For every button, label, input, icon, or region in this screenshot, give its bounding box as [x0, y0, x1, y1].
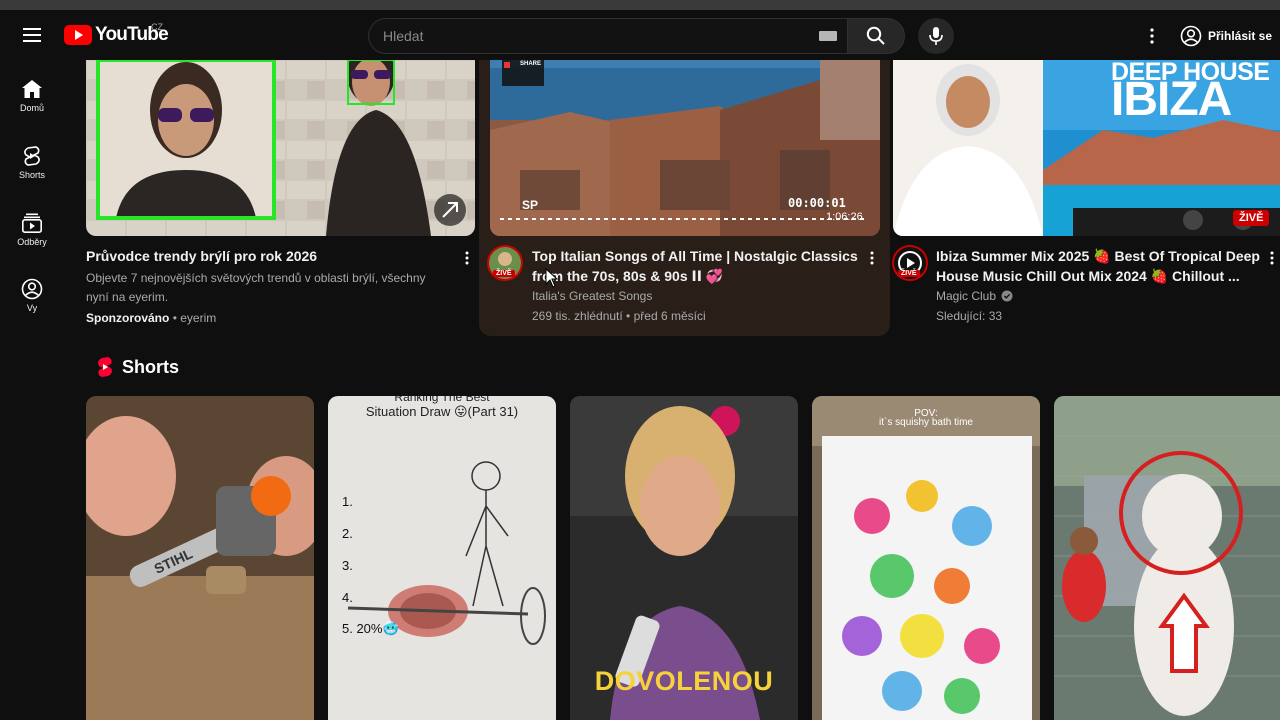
sidebar-item-home[interactable]: Domů	[0, 78, 64, 138]
sidebar-item-shorts[interactable]: Shorts	[0, 145, 64, 205]
masthead: YouTube CZ Přihlásit se	[0, 10, 1280, 60]
more-vert-icon	[465, 251, 469, 265]
video-menu-button[interactable]	[864, 246, 880, 270]
progress-dots	[500, 218, 868, 220]
country-code: CZ	[151, 22, 163, 32]
timer-overlay: 00:00:01	[788, 196, 846, 210]
more-vert-icon	[1150, 28, 1154, 44]
live-badge: ŽIVĚ	[898, 270, 920, 277]
account-icon	[21, 278, 43, 300]
sidebar-item-subscriptions[interactable]: Odběry	[0, 212, 64, 272]
ad-thumbnail[interactable]	[86, 60, 475, 236]
verified-icon	[1001, 290, 1013, 302]
list-item: 4.	[342, 590, 353, 605]
shorts-shelf-header: Shorts	[96, 356, 179, 378]
share-label: SHARE	[520, 61, 542, 67]
short-item[interactable]: STIHL	[86, 396, 314, 720]
search-button[interactable]	[847, 18, 905, 54]
more-vert-icon	[870, 251, 874, 265]
search-icon	[866, 26, 885, 45]
advertiser-name[interactable]: eyerim	[180, 311, 216, 325]
hamburger-icon	[23, 28, 41, 42]
ad-sponsor-line: Sponzorováno • eyerim	[86, 308, 216, 328]
sidebar-item-label: Shorts	[18, 170, 45, 180]
video-thumbnail[interactable]: SHARE SP 00:00:01 1:06:26	[490, 60, 880, 236]
short-thumbnail-dog	[1054, 396, 1280, 720]
video-title-line2[interactable]: House Music Chill Out Mix 2024 🍓 Chillou…	[936, 266, 1266, 286]
search-input[interactable]	[383, 19, 803, 53]
video-title-line1[interactable]: Top Italian Songs of All Time | Nostalgi…	[532, 246, 858, 266]
keyboard-icon[interactable]	[819, 31, 837, 41]
video-meta: Sledující: 33	[936, 309, 1003, 323]
ad-description-line2: nyní na eyerim.	[86, 290, 169, 304]
menu-button[interactable]	[16, 19, 48, 51]
short-caption: it`s squishy bath time	[879, 417, 973, 428]
duration-badge: 1:06:26	[826, 211, 863, 223]
short-title-top: Ranking The Best	[394, 396, 490, 404]
microphone-icon	[929, 27, 943, 45]
live-badge: ŽIVĚ	[1233, 210, 1270, 226]
home-icon	[22, 80, 42, 98]
ad-description-line1: Objevte 7 nejnovějších světových trendů …	[86, 271, 426, 285]
list-item: 2.	[342, 526, 353, 541]
short-thumbnail-chainsaw	[86, 396, 314, 720]
list-item: 5. 20%🥶	[342, 621, 399, 636]
sp-label: SP	[522, 198, 539, 212]
shorts-icon	[24, 146, 40, 166]
account-circle-icon	[1180, 25, 1202, 47]
channel-line: Magic Club	[936, 286, 1013, 306]
video-meta: 269 tis. zhlédnutí • před 6 měsíci	[532, 309, 706, 323]
short-item[interactable]: Ranking The Best Situation Draw 😛(Part 3…	[328, 396, 556, 720]
settings-more-button[interactable]	[1140, 20, 1164, 52]
video-menu-button[interactable]	[1266, 246, 1278, 270]
voice-search-button[interactable]	[918, 18, 954, 54]
sidebar-item-label: Domů	[19, 103, 44, 113]
sidebar-item-label: Odběry	[17, 237, 47, 247]
short-title: Situation Draw 😛(Part 31)	[365, 404, 519, 419]
short-item[interactable]: DOVOLENOU	[570, 396, 798, 720]
short-item[interactable]: POV: it`s squishy bath time	[812, 396, 1040, 720]
ad-thumbnail-image	[86, 60, 475, 236]
short-caption: DOVOLENOU	[594, 666, 774, 696]
sidebar-item-you[interactable]: Vy	[0, 278, 64, 338]
ad-menu-button[interactable]	[459, 246, 475, 270]
search-box	[368, 18, 848, 54]
live-badge: ŽIVĚ	[493, 270, 515, 277]
signin-button[interactable]: Přihlásit se	[1180, 21, 1272, 51]
list-item: 1.	[342, 494, 353, 509]
short-item[interactable]	[1054, 396, 1280, 720]
video-thumbnail[interactable]: DEEP HOUSE IBIZA ŽIVĚ	[893, 60, 1280, 236]
subscriptions-icon	[21, 213, 42, 233]
cursor-icon	[545, 268, 559, 288]
youtube-play-icon	[64, 25, 92, 45]
list-item: 3.	[342, 558, 353, 573]
mini-guide: Domů Shorts Odběry Vy	[0, 60, 64, 720]
shorts-logo-icon	[98, 357, 112, 377]
channel-name[interactable]: Italia's Greatest Songs	[532, 286, 652, 306]
sidebar-item-label: Vy	[26, 303, 38, 313]
more-vert-icon	[1270, 251, 1274, 265]
sponsored-label: Sponzorováno	[86, 311, 170, 325]
ad-title[interactable]: Průvodce trendy brýlí pro rok 2026	[86, 246, 456, 266]
thumb-text-ibiza: IBIZA	[1111, 73, 1232, 126]
signin-label: Přihlásit se	[1208, 29, 1273, 43]
channel-name[interactable]: Magic Club	[936, 286, 996, 306]
browser-strip	[0, 0, 1280, 10]
video-title-line2[interactable]: from the 70s, 80s & 90s ⅠⅠ 💞	[532, 266, 852, 286]
video-title-line1[interactable]: Ibiza Summer Mix 2025 🍓 Best Of Tropical…	[936, 246, 1266, 266]
short-thumbnail-squishy	[812, 396, 1040, 720]
shorts-title: Shorts	[122, 356, 180, 377]
short-thumbnail-drawing	[328, 396, 556, 720]
